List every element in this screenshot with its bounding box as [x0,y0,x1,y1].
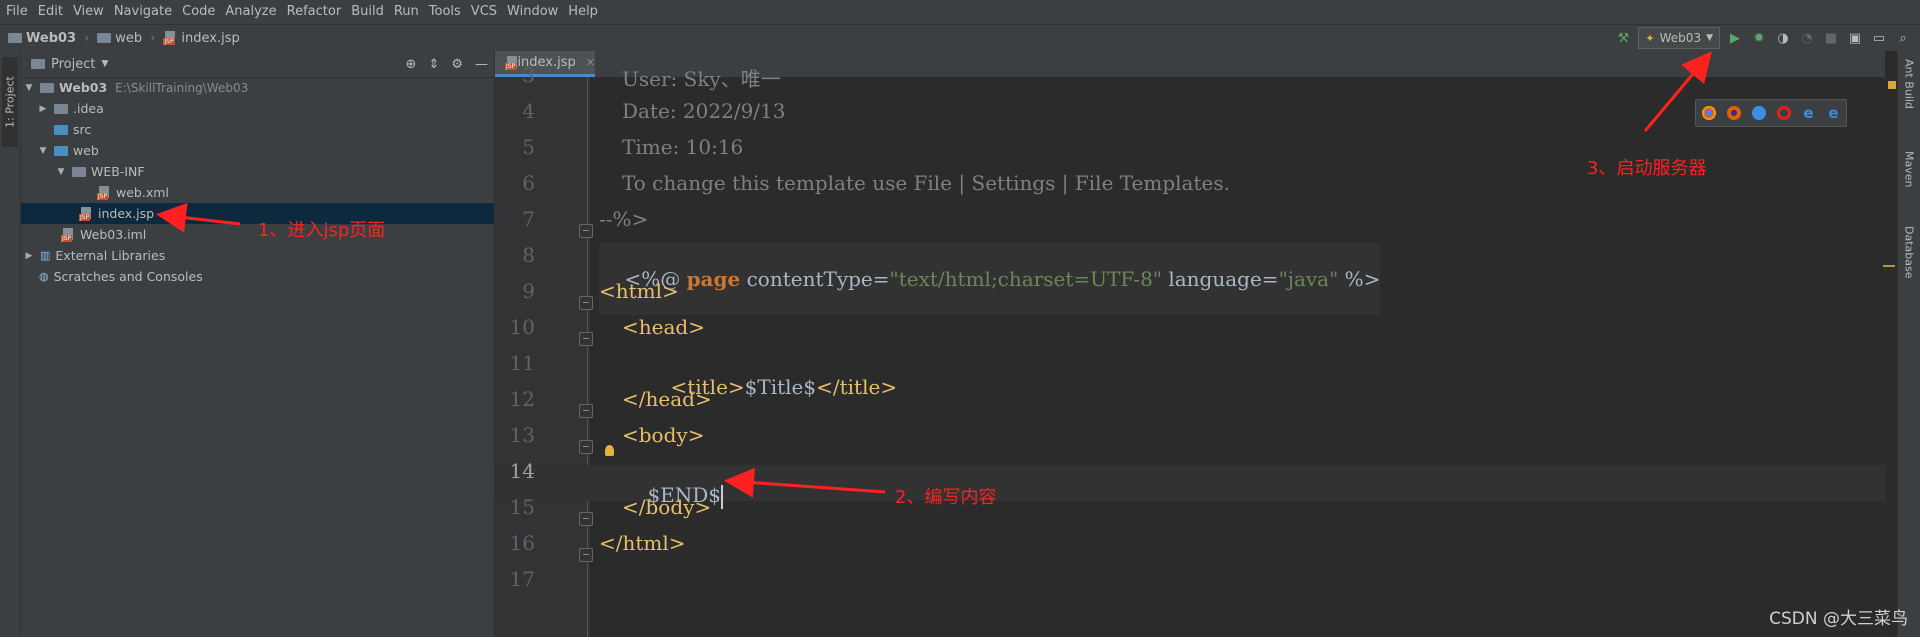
watermark: CSDN @大三菜鸟 [1769,609,1908,629]
arrow-to-end-placeholder [724,467,886,498]
annotation-step-2: 2、编写内容 [895,487,997,508]
annotation-step-3: 3、启动服务器 [1587,158,1707,179]
annotation-step-1: 1、进入jsp页面 [258,220,386,241]
arrow-to-run-button [1643,51,1712,132]
annotation-arrows [156,51,1712,498]
arrow-to-index-jsp [156,202,241,233]
